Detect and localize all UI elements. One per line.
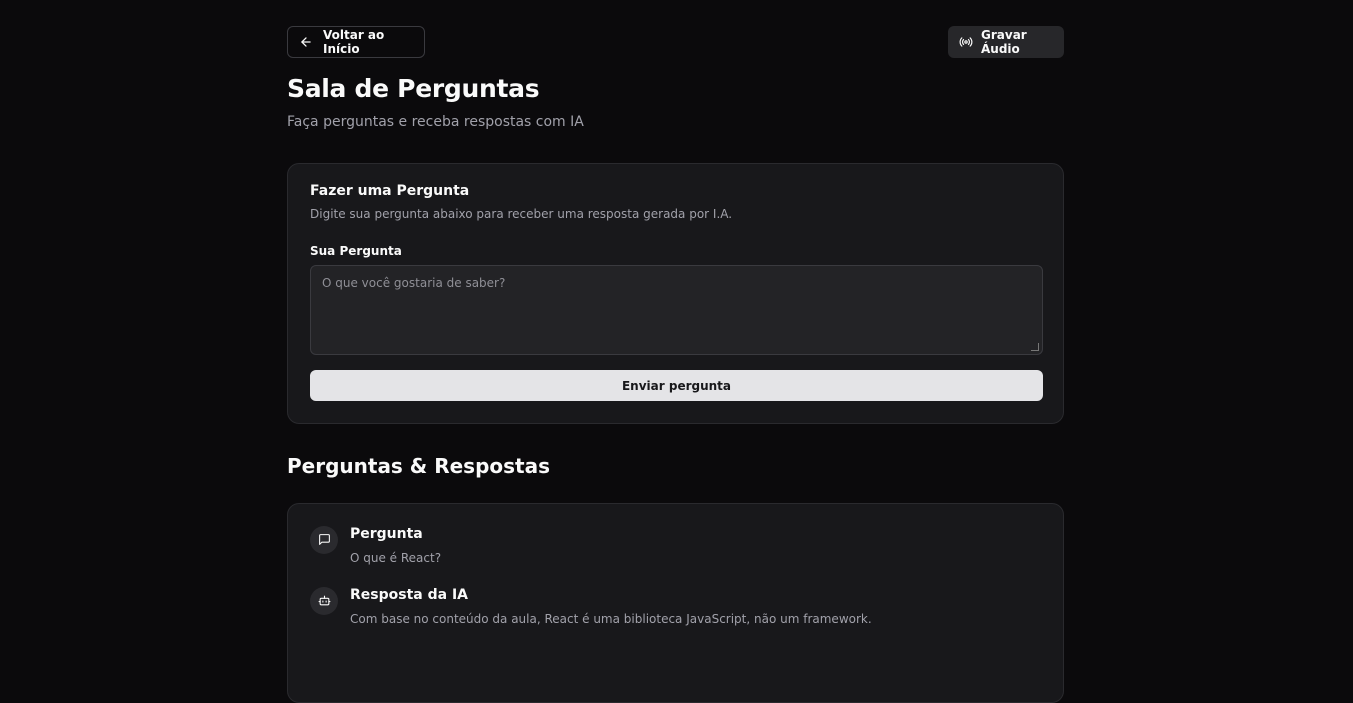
question-field-label: Sua Pergunta [310,244,402,258]
bot-icon [318,592,331,611]
answer-avatar [310,587,338,615]
question-textarea[interactable]: O que você gostaria de saber? [310,265,1043,355]
back-button[interactable]: Voltar ao Início [287,26,425,58]
resize-handle[interactable] [1031,343,1039,351]
question-text: O que é React? [350,551,442,565]
page-subtitle: Faça perguntas e receba respostas com IA [287,114,584,130]
top-bar: Voltar ao Início Gravar Áudio [287,26,1064,58]
page-container: Voltar ao Início Gravar Áudio Sala de Pe… [287,26,1064,703]
arrow-left-icon [299,35,313,49]
qa-card: Pergunta O que é React? Resposta da IA C… [287,503,1064,703]
answer-content: Resposta da IA Com base no conteúdo da a… [350,587,872,626]
radio-icon [959,35,973,49]
question-heading: Pergunta [350,526,423,542]
answer-row: Resposta da IA Com base no conteúdo da a… [310,587,872,626]
record-audio-label: Gravar Áudio [981,28,1027,56]
answer-text: Com base no conteúdo da aula, React é um… [350,612,872,626]
back-button-label: Voltar ao Início [323,28,385,56]
question-avatar [310,526,338,554]
message-square-icon [318,531,331,550]
page-title: Sala de Perguntas [287,74,540,103]
question-row: Pergunta O que é React? [310,526,441,565]
question-content: Pergunta O que é React? [350,526,441,565]
ask-card-title: Fazer uma Pergunta [310,183,470,199]
record-audio-button[interactable]: Gravar Áudio [948,26,1064,58]
answer-heading: Resposta da IA [350,587,468,603]
question-placeholder: O que você gostaria de saber? [322,276,506,290]
ask-question-card: Fazer uma Pergunta Digite sua pergunta a… [287,163,1064,424]
send-question-button[interactable]: Enviar pergunta [310,370,1043,401]
ask-card-description: Digite sua pergunta abaixo para receber … [310,207,733,221]
qa-section-title: Perguntas & Respostas [287,454,550,478]
